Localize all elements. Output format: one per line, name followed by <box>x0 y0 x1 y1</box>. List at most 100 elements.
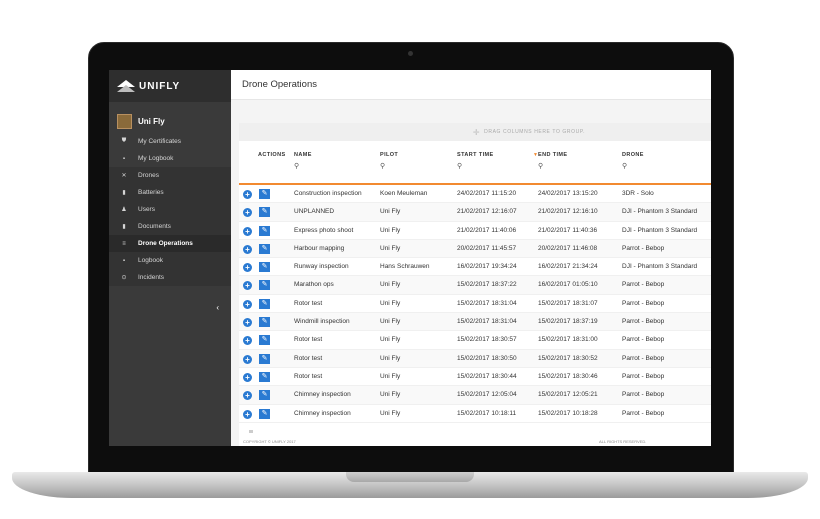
sidebar-item-drone-operations[interactable]: ≡ Drone Operations <box>109 235 231 252</box>
edit-icon[interactable]: ✎ <box>259 298 270 309</box>
edit-icon[interactable]: ✎ <box>259 353 270 364</box>
edit-icon[interactable]: ✎ <box>259 317 270 328</box>
table-row[interactable]: + ✎ Construction inspection Koen Meuleman 24… <box>239 185 711 204</box>
sidebar-item-batteries[interactable]: ▮ Batteries <box>109 184 231 201</box>
cell-name: Rotor test <box>294 336 323 344</box>
edit-icon[interactable]: ✎ <box>259 207 270 218</box>
table-row[interactable]: + ✎ Chimney inspection Uni Fly 15/02/2017 12… <box>239 386 711 405</box>
column-label: PILOT <box>380 152 399 158</box>
edit-icon[interactable]: ✎ <box>259 225 270 236</box>
filter-icon[interactable]: ⚲ <box>622 162 644 170</box>
column-header-end-time[interactable]: END TIME ⚲ <box>538 152 567 170</box>
filter-icon[interactable]: ⚲ <box>380 162 398 170</box>
sidebar-item-label: Users <box>138 206 155 213</box>
cell-name: UNPLANNED <box>294 208 335 216</box>
cell-pilot: Uni Fly <box>380 281 401 289</box>
column-header-start-time[interactable]: START TIME ⚲ <box>457 152 494 170</box>
cell-start-time: 15/02/2017 12:05:04 <box>457 391 517 399</box>
edit-icon[interactable]: ✎ <box>259 189 270 199</box>
table-body: + ✎ Construction inspection Koen Meuleman 24… <box>239 185 711 423</box>
edit-icon[interactable]: ✎ <box>259 408 270 419</box>
sidebar-item-documents[interactable]: ▮ Documents <box>109 218 231 235</box>
sidebar-item-my-logbook[interactable]: ▪ My Logbook <box>109 150 231 167</box>
cell-name: Construction inspection <box>294 190 362 197</box>
cell-drone: Parrot - Bebop <box>622 244 665 252</box>
sidebar-item-label: Drone Operations <box>138 240 193 247</box>
expand-icon[interactable]: + <box>243 226 252 236</box>
table-row[interactable]: + ✎ Harbour mapping Uni Fly 20/02/2017 11:45… <box>239 239 711 259</box>
cell-pilot: Uni Fly <box>380 372 401 380</box>
column-header-drone[interactable]: DRONE ⚲ <box>622 152 644 170</box>
expand-icon[interactable]: + <box>243 299 252 309</box>
cell-start-time: 15/02/2017 18:30:57 <box>457 336 517 344</box>
table-row[interactable]: + ✎ Rotor test Uni Fly 15/02/2017 18:30:57 15… <box>239 331 711 350</box>
sidebar-item-my-certificates[interactable]: ⛊ My Certificates <box>109 133 231 150</box>
cell-name: Rotor test <box>294 299 323 307</box>
table-row[interactable]: + ✎ Chimney inspection Uni Fly 15/02/2017 10… <box>239 405 711 423</box>
expand-icon[interactable]: + <box>243 190 252 199</box>
column-header-pilot[interactable]: PILOT ⚲ <box>380 152 398 170</box>
table-row[interactable]: + ✎ Rotor test Uni Fly 15/02/2017 18:30:44 15… <box>239 368 711 387</box>
cell-start-time: 24/02/2017 11:15:20 <box>457 190 517 197</box>
user-name: Uni Fly <box>138 117 165 126</box>
drone-icon: ✕ <box>121 173 127 179</box>
group-drop-zone[interactable]: ✛ DRAG COLUMNS HERE TO GROUP. <box>239 123 711 141</box>
cell-start-time: 16/02/2017 19:34:24 <box>457 263 517 271</box>
app-screen: UNIFLY Uni Fly ⛊ My Certificates ▪ My Logb… <box>109 70 711 446</box>
expand-icon[interactable]: + <box>243 263 252 273</box>
table-row[interactable]: + ✎ Rotor test Uni Fly 15/02/2017 18:30:50 15… <box>239 349 711 368</box>
sidebar-item-label: Documents <box>138 223 171 230</box>
expand-icon[interactable]: + <box>243 208 252 218</box>
expand-icon[interactable]: + <box>243 318 252 328</box>
sidebar-item-logbook[interactable]: ▪ Logbook <box>109 252 231 269</box>
sidebar-item-incidents[interactable]: ⊙ Incidents <box>109 269 231 286</box>
cell-pilot: Uni Fly <box>380 299 401 307</box>
edit-icon[interactable]: ✎ <box>259 390 270 401</box>
cell-drone: Parrot - Bebop <box>622 299 665 307</box>
book-icon: ▪ <box>122 155 126 162</box>
filter-icon[interactable]: ⚲ <box>294 162 312 170</box>
table-row[interactable]: + ✎ UNPLANNED Uni Fly 21/02/2017 12:16:07 21/… <box>239 203 711 222</box>
expand-icon[interactable]: + <box>243 409 252 419</box>
scrollbar[interactable] <box>249 430 253 433</box>
cell-pilot: Uni Fly <box>380 391 401 399</box>
filter-icon[interactable]: ⚲ <box>538 162 567 170</box>
page-title: Drone Operations <box>242 79 317 90</box>
cell-end-time: 15/02/2017 18:31:07 <box>538 299 598 307</box>
column-label: NAME <box>294 152 312 158</box>
main-content: Drone Operations ✛ DRAG COLUMNS HERE TO … <box>231 70 711 446</box>
table-row[interactable]: + ✎ Rotor test Uni Fly 15/02/2017 18:31:04 15… <box>239 295 711 314</box>
column-label: START TIME <box>457 152 494 158</box>
user-profile[interactable]: Uni Fly <box>109 102 231 133</box>
column-header-name[interactable]: NAME ⚲ <box>294 152 312 170</box>
edit-icon[interactable]: ✎ <box>259 371 270 382</box>
expand-icon[interactable]: + <box>243 244 252 254</box>
table-row[interactable]: + ✎ Marathon ops Uni Fly 15/02/2017 18:37:22… <box>239 276 711 295</box>
edit-icon[interactable]: ✎ <box>259 280 270 291</box>
column-label: END TIME <box>538 152 568 158</box>
table-row[interactable]: + ✎ Runway inspection Hans Schrauwen 16/02/2… <box>239 258 711 277</box>
grid-panel: ✛ DRAG COLUMNS HERE TO GROUP. ACTIONS NA… <box>239 123 711 446</box>
cell-pilot: Uni Fly <box>380 244 401 252</box>
expand-icon[interactable]: + <box>243 336 252 346</box>
cell-start-time: 15/02/2017 18:31:04 <box>457 318 517 326</box>
edit-icon[interactable]: ✎ <box>259 335 270 346</box>
chevron-left-icon[interactable]: ‹ <box>216 303 219 312</box>
cell-start-time: 15/02/2017 10:18:11 <box>457 409 517 417</box>
sidebar-item-users[interactable]: ♟ Users <box>109 201 231 218</box>
expand-icon[interactable]: + <box>243 391 252 401</box>
filter-icon[interactable]: ⚲ <box>457 162 494 170</box>
sidebar: UNIFLY Uni Fly ⛊ My Certificates ▪ My Logb… <box>109 70 231 446</box>
table-row[interactable]: + ✎ Express photo shoot Uni Fly 21/02/2017 1… <box>239 222 711 240</box>
cell-end-time: 16/02/2017 21:34:24 <box>538 263 598 271</box>
column-header-actions: ACTIONS <box>258 152 286 158</box>
expand-icon[interactable]: + <box>243 281 252 291</box>
expand-icon[interactable]: + <box>243 372 252 382</box>
sidebar-item-drones[interactable]: ✕ Drones <box>109 167 231 184</box>
cell-end-time: 15/02/2017 18:30:52 <box>538 354 598 362</box>
edit-icon[interactable]: ✎ <box>259 262 270 273</box>
logo-bar[interactable]: UNIFLY <box>109 70 231 102</box>
table-row[interactable]: + ✎ Windmill inspection Uni Fly 15/02/2017 1… <box>239 313 711 332</box>
expand-icon[interactable]: + <box>243 354 252 364</box>
edit-icon[interactable]: ✎ <box>259 243 270 254</box>
